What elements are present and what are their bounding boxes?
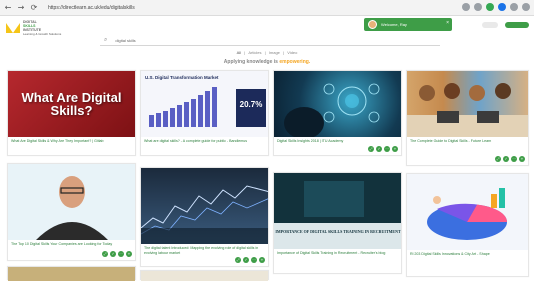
card-thumbnail[interactable] bbox=[141, 271, 268, 281]
check-icon[interactable]: ✓ bbox=[503, 156, 509, 162]
card-thumbnail[interactable] bbox=[407, 174, 528, 250]
market-chart-image: U.S. Digital Transformation Market 20.7% bbox=[141, 71, 268, 137]
card-thumbnail[interactable]: IMPORTANCE OF DIGITAL SKILLS TRAINING IN… bbox=[274, 173, 401, 249]
result-card[interactable]: What Are Digital Skills? What Are Digita… bbox=[7, 70, 136, 156]
card-actions: ⤢ ✓ ⋯ + bbox=[102, 251, 132, 257]
search-icon: ⌕ bbox=[104, 36, 108, 43]
card-caption[interactable]: Digital Skills Insights 2018 | ITU Acade… bbox=[274, 137, 401, 144]
add-icon[interactable]: + bbox=[519, 156, 525, 162]
card-actions: ⤢ ✓ ⋯ + bbox=[235, 257, 265, 263]
address-bar[interactable]: https://directlearn.ac.uk/edu/digitalski… bbox=[44, 3, 404, 13]
recruitment-image: IMPORTANCE OF DIGITAL SKILLS TRAINING IN… bbox=[274, 173, 401, 249]
expand-icon[interactable]: ⤢ bbox=[102, 251, 108, 257]
card-thumbnail[interactable] bbox=[8, 164, 135, 240]
card-actions: ⤢ ✓ ⋯ + bbox=[368, 146, 398, 152]
thumbnail-stat: 20.7% bbox=[240, 100, 263, 109]
user-profile-banner[interactable]: Welcome, Ray × bbox=[364, 18, 452, 31]
forward-button[interactable]: → bbox=[16, 3, 26, 13]
result-card[interactable]: The Complete Guide to Digital Skills - F… bbox=[406, 70, 529, 166]
card-thumbnail[interactable]: U.S. Digital Transformation Market 20.7% bbox=[141, 71, 268, 137]
card-thumbnail[interactable] bbox=[274, 71, 401, 137]
result-card[interactable]: U.S. Digital Transformation Market 20.7%… bbox=[140, 70, 269, 156]
card-caption[interactable]: The Top 10 Digital Skills Your Companies… bbox=[8, 240, 135, 247]
tagline-highlight: empowering. bbox=[279, 59, 311, 65]
thumbnail-title: IMPORTANCE OF DIGITAL SKILLS TRAINING IN… bbox=[275, 229, 401, 234]
extension-icon[interactable] bbox=[486, 3, 494, 11]
url-text: https://directlearn.ac.uk/edu/digitalski… bbox=[48, 5, 135, 11]
filter-separator: | bbox=[283, 50, 285, 55]
filter-separator: | bbox=[244, 50, 246, 55]
search-input[interactable] bbox=[115, 36, 316, 44]
result-card[interactable]: Rl 203 Digital Skills Innovations & City… bbox=[406, 173, 529, 277]
isometric-pie-image bbox=[427, 188, 508, 240]
more-icon[interactable]: ⋯ bbox=[118, 251, 124, 257]
back-button[interactable]: ← bbox=[3, 3, 13, 13]
add-icon[interactable]: + bbox=[126, 251, 132, 257]
thumbnail-title: What Are Digital Skills? bbox=[21, 90, 122, 118]
filter-articles[interactable]: Articles bbox=[248, 50, 261, 55]
extension-icon[interactable] bbox=[510, 3, 518, 11]
result-card[interactable]: Digital Skills Insights 2018 | ITU Acade… bbox=[273, 70, 402, 156]
add-icon[interactable]: + bbox=[259, 257, 265, 263]
result-card[interactable]: IMPORTANCE OF DIGITAL SKILLS TRAINING IN… bbox=[273, 172, 402, 274]
extension-icon[interactable] bbox=[498, 3, 506, 11]
more-icon[interactable]: ⋯ bbox=[511, 156, 517, 162]
result-card[interactable] bbox=[140, 270, 269, 281]
menu-icon[interactable] bbox=[522, 3, 530, 11]
extension-icons bbox=[462, 3, 530, 11]
more-icon[interactable]: ⋯ bbox=[384, 146, 390, 152]
profile-name: Welcome, Ray bbox=[381, 22, 407, 27]
site-logo[interactable]: DIGITAL SKILLS INSTITUTE Learning & Grow… bbox=[6, 19, 70, 36]
stock-chart-image bbox=[141, 185, 268, 244]
close-icon[interactable]: × bbox=[446, 20, 449, 26]
filter-tabs: All | Articles | Image | Video bbox=[0, 50, 534, 55]
more-icon[interactable]: ⋯ bbox=[251, 257, 257, 263]
card-caption[interactable]: What are digital skills? - A complete gu… bbox=[141, 137, 268, 144]
card-thumbnail[interactable] bbox=[141, 168, 268, 244]
check-icon[interactable]: ✓ bbox=[243, 257, 249, 263]
card-thumbnail[interactable]: What Are Digital Skills? bbox=[8, 71, 135, 137]
logo-text: DIGITAL SKILLS INSTITUTE Learning & Grow… bbox=[23, 20, 61, 36]
presenter-photo-image bbox=[8, 164, 135, 240]
tagline: Applying knowledge is empowering. bbox=[0, 59, 534, 65]
logo-mark-icon bbox=[6, 22, 20, 33]
search-bar[interactable]: ⌕ bbox=[100, 35, 440, 46]
expand-icon[interactable]: ⤢ bbox=[368, 146, 374, 152]
card-caption[interactable]: The digital talent Introduced: Mapping t… bbox=[141, 244, 268, 255]
add-icon[interactable]: + bbox=[392, 146, 398, 152]
thumbnail-title: U.S. Digital Transformation Market bbox=[145, 75, 219, 80]
filter-separator: | bbox=[264, 50, 266, 55]
secondary-header-button[interactable] bbox=[482, 22, 498, 28]
avatar bbox=[368, 20, 377, 29]
students-photo-image bbox=[407, 83, 528, 137]
primary-header-button[interactable] bbox=[505, 22, 529, 28]
filter-all[interactable]: All bbox=[237, 50, 241, 55]
result-card[interactable]: The digital talent Introduced: Mapping t… bbox=[140, 167, 269, 267]
check-icon[interactable]: ✓ bbox=[376, 146, 382, 152]
filter-video[interactable]: Video bbox=[287, 50, 297, 55]
expand-icon[interactable]: ⤢ bbox=[235, 257, 241, 263]
card-thumbnail[interactable] bbox=[407, 71, 528, 137]
extension-icon[interactable] bbox=[462, 3, 470, 11]
tagline-text: Applying knowledge is bbox=[223, 59, 278, 65]
card-caption[interactable]: Rl 203 Digital Skills Innovations & City… bbox=[407, 250, 528, 257]
card-caption[interactable]: What Are Digital Skills & Why Are They I… bbox=[8, 137, 135, 144]
logo-line: Learning & Growth Solutions bbox=[23, 31, 62, 36]
card-actions: ⤢ ✓ ⋯ + bbox=[495, 156, 525, 162]
card-caption[interactable]: The Complete Guide to Digital Skills - F… bbox=[407, 137, 528, 144]
tech-illustration-image bbox=[284, 83, 380, 137]
extension-icon[interactable] bbox=[474, 3, 482, 11]
expand-icon[interactable]: ⤢ bbox=[495, 156, 501, 162]
reload-button[interactable]: ⟳ bbox=[29, 3, 39, 13]
browser-toolbar: ← → ⟳ https://directlearn.ac.uk/edu/digi… bbox=[0, 0, 534, 16]
card-caption[interactable]: Importance of Digital Skills Training in… bbox=[274, 249, 401, 256]
check-icon[interactable]: ✓ bbox=[110, 251, 116, 257]
result-card[interactable] bbox=[7, 266, 136, 281]
result-card[interactable]: The Top 10 Digital Skills Your Companies… bbox=[7, 163, 136, 261]
card-thumbnail[interactable] bbox=[8, 267, 135, 281]
filter-image[interactable]: Image bbox=[269, 50, 280, 55]
